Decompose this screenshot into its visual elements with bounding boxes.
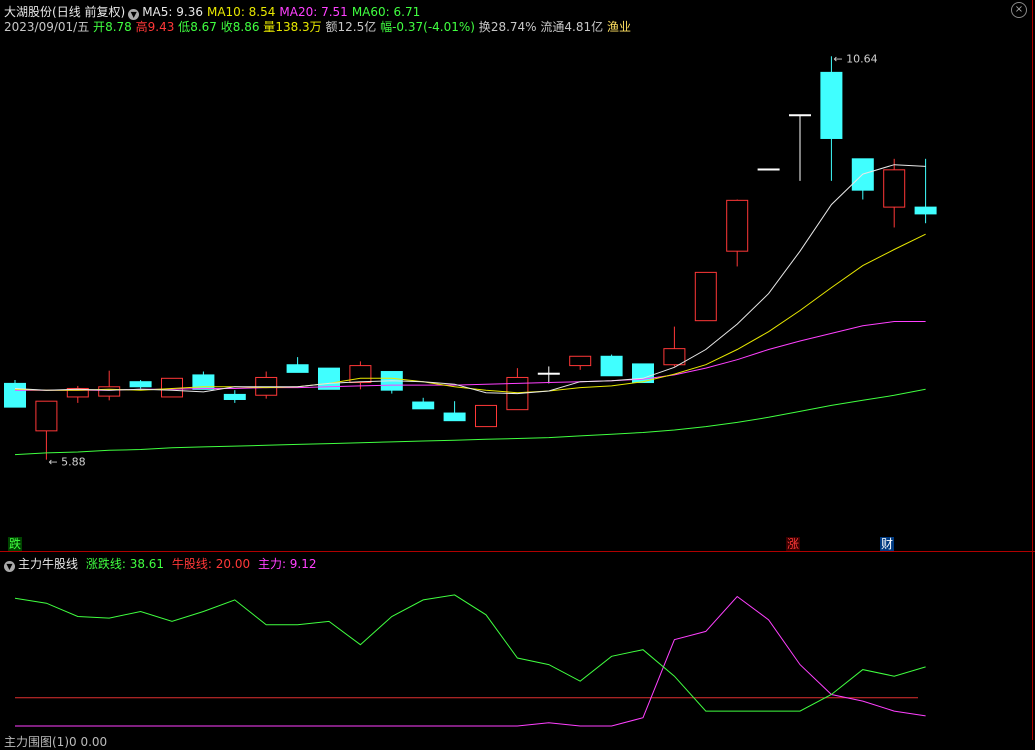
- ma60-line: [14, 388, 926, 456]
- niugu-label: 牛股线: 20.00: [171, 557, 251, 571]
- indicator-name[interactable]: 主力牛股线: [18, 557, 78, 571]
- candle[interactable]: [286, 364, 309, 373]
- candle[interactable]: [412, 401, 435, 410]
- zhangdie-line: [14, 594, 926, 712]
- ma20-line: [15, 321, 926, 391]
- marker-die[interactable]: 跌: [8, 537, 23, 551]
- candle[interactable]: [600, 355, 623, 377]
- candle[interactable]: [443, 412, 466, 422]
- ma5-line: [14, 164, 926, 395]
- ma10-line: [14, 233, 926, 394]
- candle[interactable]: [35, 400, 58, 432]
- candle[interactable]: [475, 404, 497, 428]
- candle[interactable]: [129, 381, 152, 388]
- min-price-label: ← 5.88: [48, 456, 85, 469]
- candle[interactable]: [98, 386, 121, 397]
- candle[interactable]: [223, 393, 246, 400]
- candle[interactable]: [789, 114, 811, 117]
- candle[interactable]: [694, 271, 717, 322]
- bottom-indicator-text[interactable]: 主力围图(1)0 0.00: [4, 735, 107, 749]
- zhangdie-label: 涨跌线: 38.61: [85, 557, 165, 571]
- indicator-header: ▼ 主力牛股线 涨跌线: 38.61 牛股线: 20.00 主力: 9.12: [4, 555, 317, 572]
- chart-window: { "header": { "stock_name": "大湖股份", "per…: [0, 0, 1035, 749]
- marker-cai[interactable]: 财: [880, 537, 895, 551]
- max-price-label: ← 10.64: [833, 52, 877, 65]
- candle[interactable]: [569, 355, 592, 367]
- marker-zhang[interactable]: 涨: [786, 537, 801, 551]
- candle[interactable]: [914, 206, 937, 215]
- bottom-indicator-header: 主力围图(1)0 0.00: [4, 733, 107, 750]
- chevron-down-icon[interactable]: ▼: [4, 561, 15, 572]
- candle[interactable]: [883, 169, 906, 208]
- candle[interactable]: [4, 382, 26, 408]
- candle[interactable]: [757, 168, 780, 171]
- candle[interactable]: [663, 348, 686, 366]
- zhuli-label: 主力: 9.12: [257, 557, 317, 571]
- candle[interactable]: [726, 199, 749, 252]
- zhuli-line: [15, 595, 926, 727]
- candle[interactable]: [820, 71, 843, 139]
- kline-chart[interactable]: ← 10.64 ← 5.88: [0, 0, 1035, 740]
- candle[interactable]: [537, 372, 560, 375]
